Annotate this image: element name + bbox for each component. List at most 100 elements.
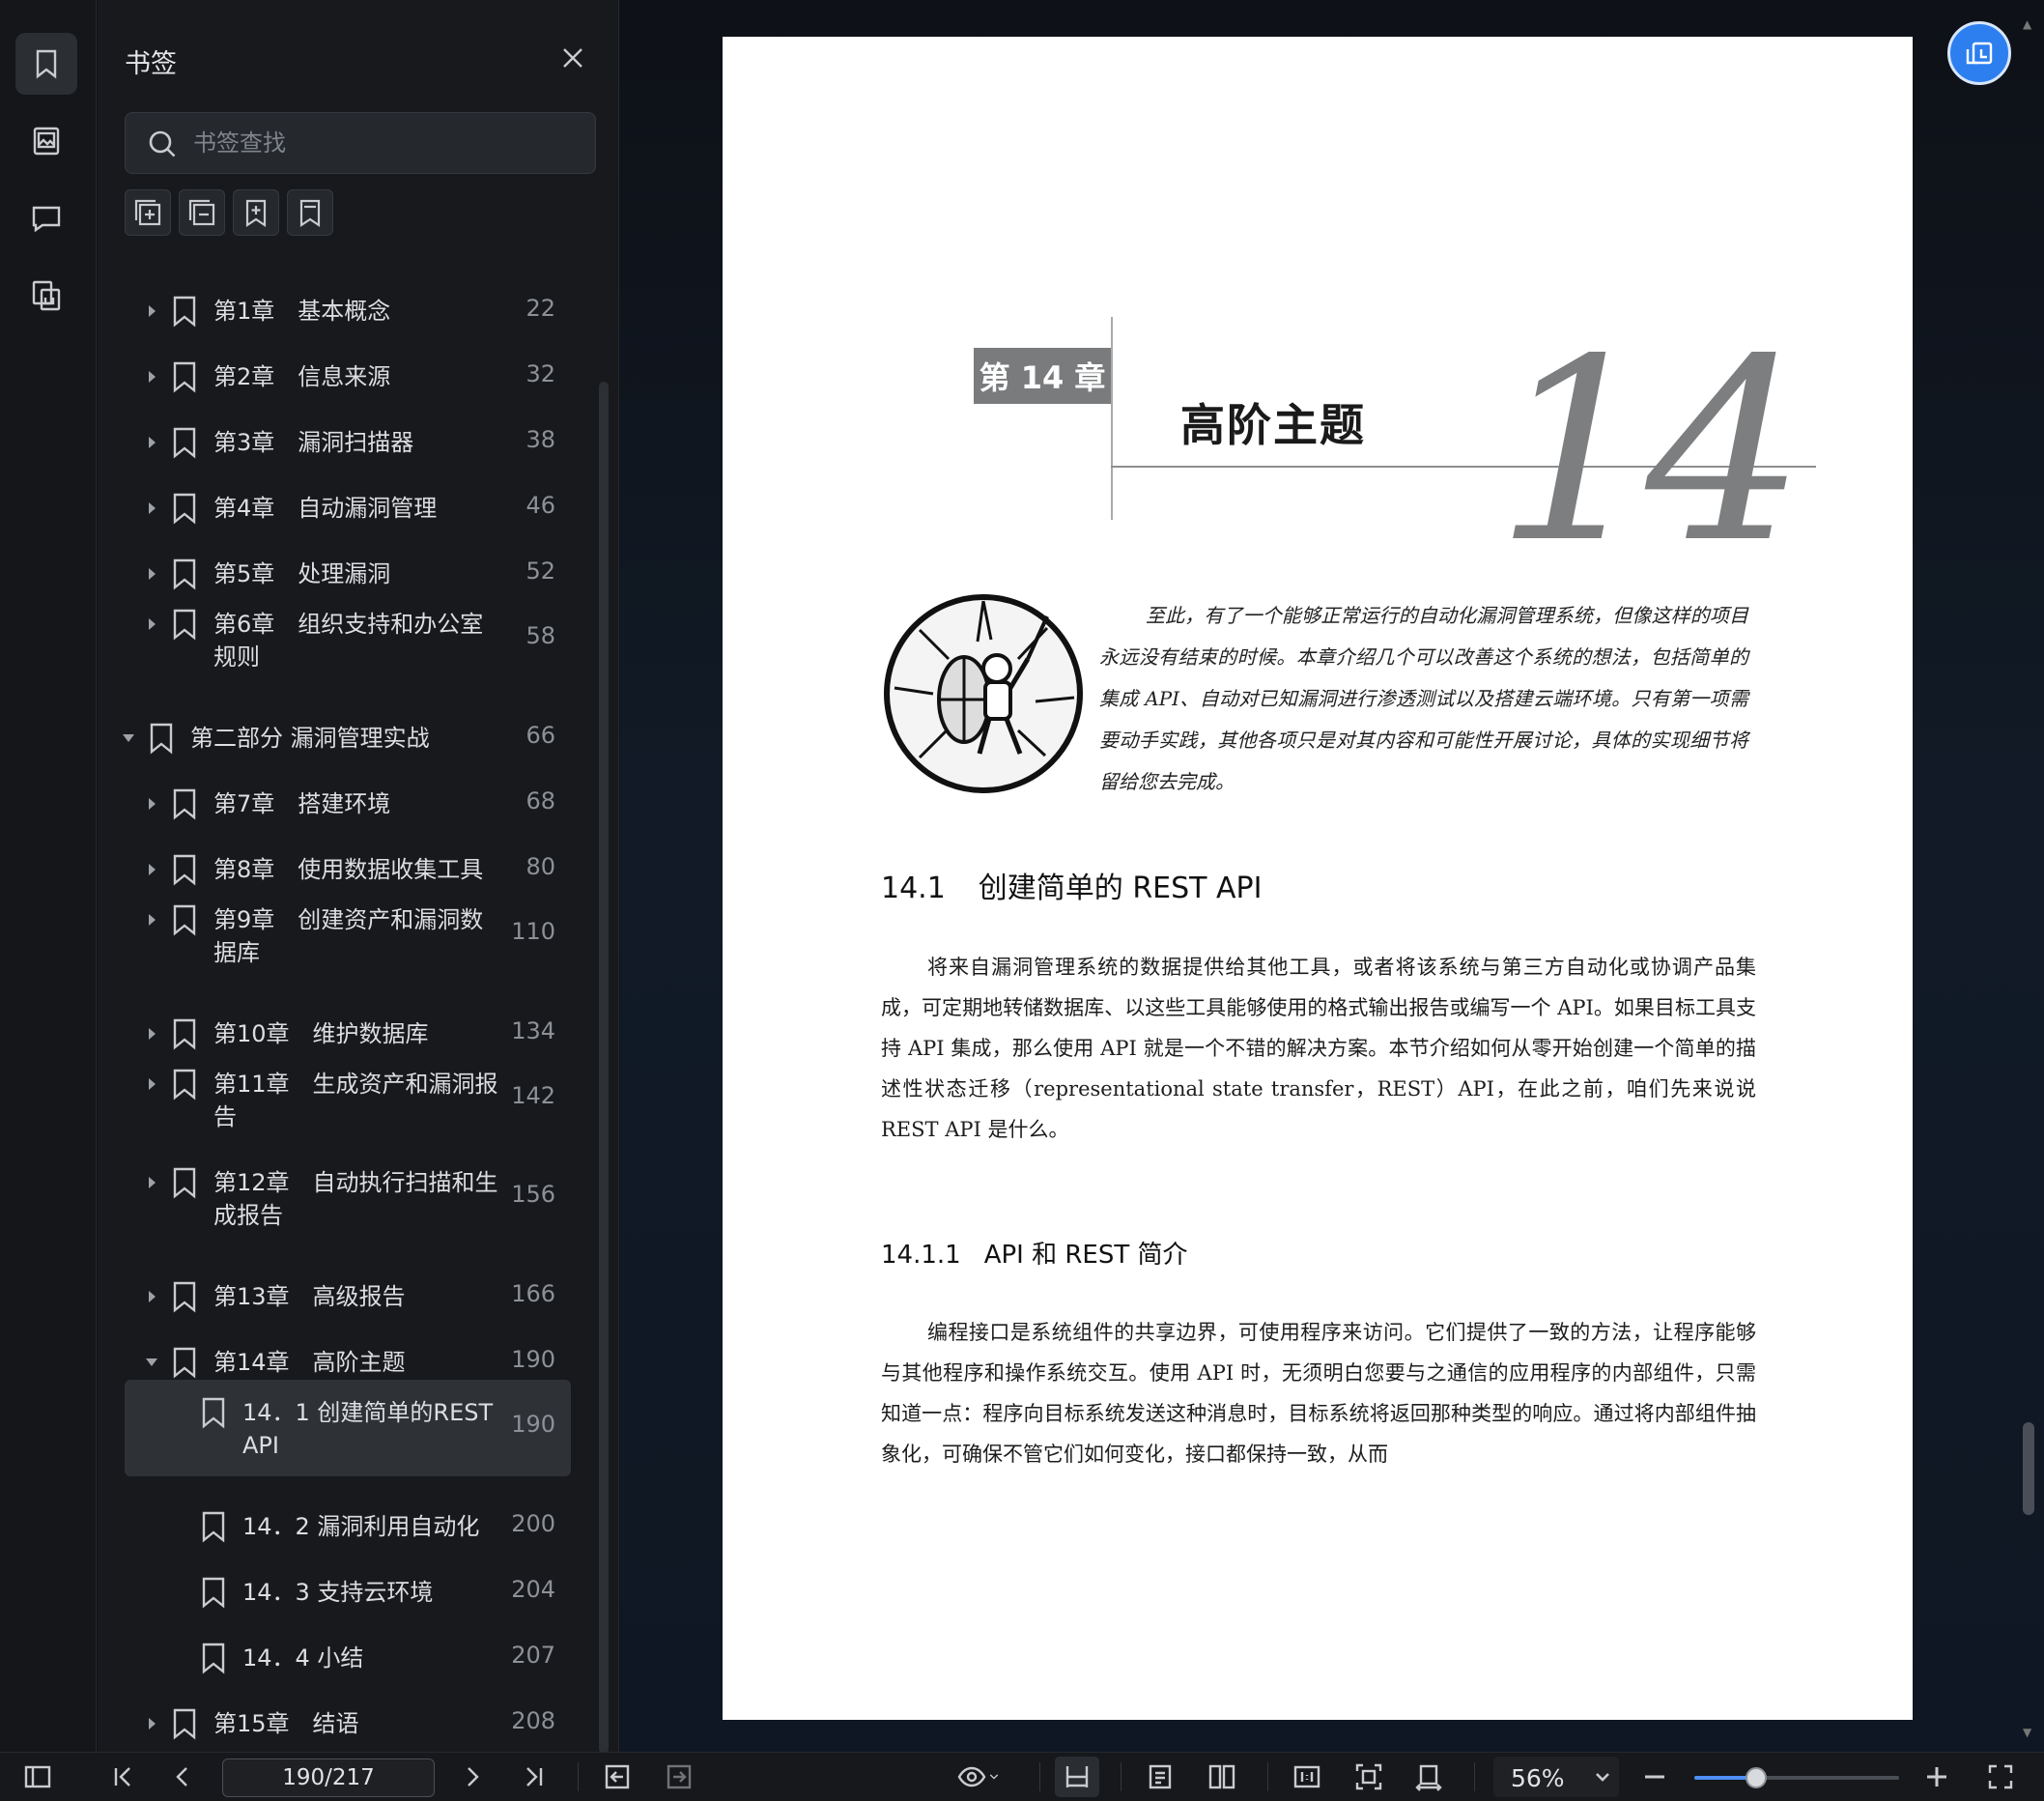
first-page-button[interactable]: [106, 1760, 139, 1793]
toolbar-separator: [1267, 1762, 1268, 1791]
bookmark-panel: 书签 第1章 基本概念 22 第2章 信息来源 32 第3章 漏洞扫描器 38 第4章 自动…: [98, 0, 619, 1754]
bookmark-item[interactable]: 第15章 结语 208: [125, 1691, 571, 1757]
caret-down-icon[interactable]: [119, 729, 138, 748]
extract-panel-button[interactable]: [15, 265, 77, 327]
bookmark-icon: [169, 1067, 200, 1101]
add-bookmark-button[interactable]: [233, 189, 279, 236]
next-page-button[interactable]: [456, 1760, 489, 1793]
bookmark-item[interactable]: 14．4 小结 207: [125, 1625, 571, 1691]
bookmark-item[interactable]: 第13章 高级报告 166: [125, 1264, 571, 1329]
bookmark-icon: [169, 786, 200, 821]
bookmark-item[interactable]: 第2章 信息来源 32: [125, 344, 571, 410]
document-scrollbar[interactable]: [2023, 1422, 2034, 1515]
bookmark-item[interactable]: 第11章 生成资产和漏洞报 告 142: [125, 1051, 571, 1148]
bookmark-item[interactable]: 14．1 创建简单的REST API 190: [125, 1380, 571, 1476]
zoom-select[interactable]: 56%: [1493, 1757, 1619, 1797]
actual-size-button[interactable]: [1291, 1760, 1323, 1793]
fit-page-icon: [1355, 1763, 1382, 1790]
eye-icon: [957, 1766, 986, 1787]
subsection-heading: 14.1.1 API 和 REST 简介: [881, 1235, 1188, 1271]
scroll-up-arrow[interactable]: ▲: [2023, 17, 2034, 31]
bookmark-item[interactable]: 第7章 搭建环境 68: [125, 771, 571, 837]
page-number-input[interactable]: [222, 1758, 435, 1797]
caret-right-icon[interactable]: [142, 1714, 161, 1733]
floating-extract-button[interactable]: [1947, 21, 2011, 85]
single-page-icon: [1149, 1764, 1172, 1789]
chapter-divider-vertical: [1111, 317, 1113, 520]
caret-right-icon[interactable]: [142, 433, 161, 452]
bookmark-item[interactable]: 第9章 创建资产和漏洞数 据库 110: [125, 887, 571, 984]
caret-right-icon[interactable]: [142, 1074, 161, 1094]
fit-page-button[interactable]: [1352, 1760, 1385, 1793]
caret-right-icon[interactable]: [142, 615, 161, 634]
chapter-title: 高阶主题: [1180, 399, 1366, 451]
close-panel-button[interactable]: [557, 43, 588, 73]
collapse-all-button[interactable]: [179, 189, 225, 236]
zoom-out-button[interactable]: [1638, 1760, 1671, 1793]
thumbnail-panel-button[interactable]: [15, 110, 77, 172]
caret-right-icon[interactable]: [142, 1287, 161, 1306]
expand-all-button[interactable]: [125, 189, 171, 236]
bookmark-item-label: 第8章 使用数据收集工具: [213, 856, 484, 883]
bookmark-item[interactable]: 第3章 漏洞扫描器 38: [125, 410, 571, 475]
expand-all-icon: [134, 199, 161, 226]
comment-panel-button[interactable]: [15, 187, 77, 249]
bookmark-item-page: 80: [525, 853, 555, 880]
caret-down-icon[interactable]: [142, 1353, 161, 1372]
zoom-in-button[interactable]: [1920, 1760, 1953, 1793]
caret-right-icon[interactable]: [142, 860, 161, 879]
bookmark-item-page: 52: [525, 557, 555, 585]
scroll-down-arrow[interactable]: ▼: [2023, 1726, 2034, 1739]
image-icon: [33, 127, 60, 156]
caret-right-icon[interactable]: [142, 1173, 161, 1192]
caret-right-icon[interactable]: [142, 910, 161, 929]
caret-right-icon[interactable]: [142, 301, 161, 321]
bookmark-item[interactable]: 14．2 漏洞利用自动化 200: [125, 1494, 571, 1559]
back-button[interactable]: [601, 1760, 634, 1793]
chevron-right-icon: [468, 1767, 479, 1787]
document-extract-icon: [32, 280, 61, 311]
subsection-paragraph: 编程接口是系统组件的共享边界，可使用程序来访问。它们提供了一致的方法，让程序能够…: [881, 1321, 1756, 1466]
last-page-button[interactable]: [518, 1760, 551, 1793]
bookmark-item-label: 第2章 信息来源: [213, 363, 391, 390]
caret-right-icon[interactable]: [142, 1024, 161, 1043]
bookmark-item[interactable]: 第6章 组织支持和办公室 规则 58: [125, 591, 571, 688]
rotate-button[interactable]: [1412, 1760, 1445, 1793]
bookmark-icon: [169, 491, 200, 526]
previous-page-button[interactable]: [166, 1760, 199, 1793]
caret-right-icon[interactable]: [142, 367, 161, 386]
forward-button[interactable]: [663, 1760, 696, 1793]
bookmark-item[interactable]: 第12章 自动执行扫描和生 成报告 156: [125, 1150, 571, 1246]
bookmark-item[interactable]: 14．3 支持云环境 204: [125, 1559, 571, 1625]
bookmark-search-input[interactable]: [193, 113, 580, 173]
document-page: 第 14 章 高阶主题 14 至此，有了一个能够正常运行的自动化漏洞管理系统，但…: [723, 37, 1913, 1720]
fit-width-button[interactable]: [1055, 1757, 1099, 1797]
bookmark-item-label: 第二部分 漏洞管理实战: [190, 725, 430, 752]
bookmark-item[interactable]: 第1章 基本概念 22: [125, 278, 571, 344]
bookmark-item-page: 208: [511, 1707, 555, 1734]
caret-right-icon[interactable]: [142, 499, 161, 518]
bookmark-item-page: 190: [511, 1411, 555, 1438]
bookmark-icon: [169, 425, 200, 460]
bookmark-scrollbar[interactable]: [599, 382, 609, 1754]
caret-right-icon[interactable]: [142, 564, 161, 584]
two-page-button[interactable]: [1206, 1760, 1238, 1793]
collapse-all-icon: [188, 199, 215, 226]
bookmark-item[interactable]: 第4章 自动漏洞管理 46: [125, 475, 571, 541]
single-page-button[interactable]: [1144, 1760, 1177, 1793]
view-mode-button[interactable]: [951, 1760, 1008, 1793]
caret-right-icon[interactable]: [142, 794, 161, 814]
zoom-slider[interactable]: [1694, 1767, 1899, 1788]
fullscreen-button[interactable]: [1984, 1760, 2017, 1793]
section-heading: 14.1 创建简单的 REST API: [881, 864, 1263, 906]
bookmark-panel-button[interactable]: [15, 33, 77, 95]
bookmark-item-label: 第13章 高级报告: [213, 1283, 406, 1310]
toggle-sidebar-button[interactable]: [21, 1760, 54, 1793]
actual-size-icon: [1293, 1765, 1320, 1788]
bookmark-item-page: 200: [511, 1510, 555, 1537]
plus-icon: [1927, 1767, 1946, 1787]
bookmark-button[interactable]: [287, 189, 333, 236]
zoom-slider-handle[interactable]: [1745, 1767, 1767, 1788]
toolbar-separator: [1474, 1762, 1475, 1791]
bookmark-item[interactable]: 第二部分 漏洞管理实战 66: [123, 705, 571, 771]
